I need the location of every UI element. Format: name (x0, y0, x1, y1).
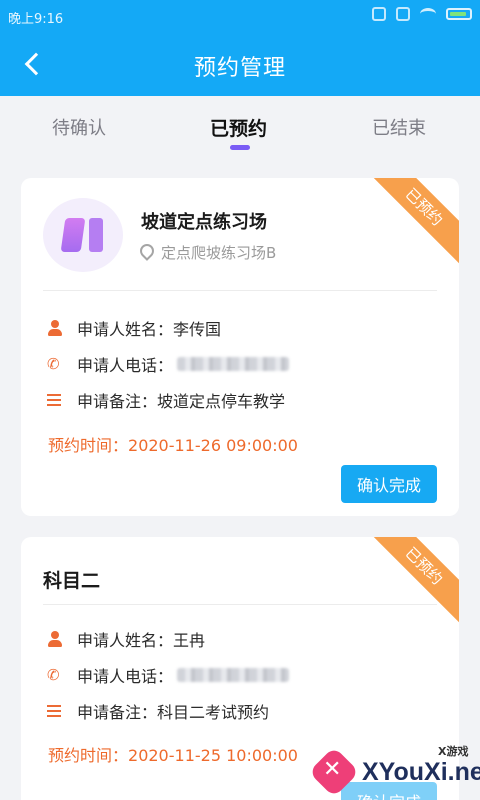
divider (43, 290, 437, 291)
user-icon (47, 320, 63, 336)
confirm-complete-button[interactable]: 确认完成 (341, 465, 437, 503)
watermark-text: XYouXi.net (362, 758, 480, 786)
applicant-phone-label: 申请人电话： (77, 356, 174, 375)
applicant-phone-row: ✆ 申请人电话： (47, 663, 290, 687)
note-icon (47, 392, 63, 408)
battery-icon (446, 8, 472, 20)
phone-icon: ✆ (47, 666, 60, 684)
bluetooth-icon (372, 7, 386, 21)
booking-time: 预约时间：2020-11-25 10:00:00 (48, 742, 298, 766)
tab-indicator (230, 145, 250, 150)
location-pin-icon (139, 244, 153, 262)
watermark: X游戏 XYouXi.net (310, 734, 480, 800)
blurred-phone-number (177, 357, 290, 371)
wifi-icon (420, 8, 436, 20)
place-name: 坡道定点练习场 (141, 212, 267, 233)
sim-icon (396, 7, 410, 21)
divider (43, 604, 437, 605)
status-bar: 晚上9:16 (0, 0, 480, 32)
booking-time: 预约时间：2020-11-26 09:00:00 (48, 432, 298, 456)
applicant-name-row: 申请人姓名： 李传国 (47, 316, 221, 340)
remark-label: 申请备注： (77, 703, 158, 722)
status-time: 晚上9:16 (8, 12, 64, 27)
user-icon (47, 631, 63, 647)
remark-row: 申请备注： 科目二考试预约 (47, 699, 269, 723)
status-ribbon: 已预约 (367, 537, 459, 623)
booking-title: 科目二 (43, 570, 101, 592)
applicant-name-row: 申请人姓名： 王冉 (47, 627, 205, 651)
road-icon (63, 218, 103, 252)
note-icon (47, 703, 63, 719)
blurred-phone-number (177, 668, 290, 682)
tab-ended[interactable]: 已结束 (372, 114, 426, 140)
page-title: 预约管理 (193, 56, 286, 81)
place-address: 定点爬坡练习场B (139, 242, 276, 263)
phone-icon: ✆ (47, 355, 60, 373)
place-address-text: 定点爬坡练习场B (161, 244, 277, 262)
remark-text: 坡道定点停车教学 (157, 392, 286, 411)
applicant-name: 李传国 (173, 320, 222, 339)
booking-time-value: 2020-11-25 10:00:00 (128, 746, 298, 765)
applicant-name-label: 申请人姓名： (77, 320, 174, 339)
tab-pending[interactable]: 待确认 (52, 114, 106, 140)
status-icons (372, 7, 472, 21)
place-logo (43, 198, 123, 272)
site-logo-icon (310, 748, 358, 796)
remark-label: 申请备注： (77, 392, 158, 411)
applicant-phone-label: 申请人电话： (77, 667, 174, 686)
booking-card: 已预约 坡道定点练习场 定点爬坡练习场B 申请人姓名： 李传国 ✆ 申请人电话：… (21, 178, 459, 516)
booking-time-label: 预约时间： (48, 436, 129, 455)
remark-row: 申请备注： 坡道定点停车教学 (47, 388, 285, 412)
app-header: 预约管理 (0, 32, 480, 96)
status-ribbon: 已预约 (367, 178, 459, 264)
applicant-name-label: 申请人姓名： (77, 631, 174, 650)
tab-bar: 待确认 已预约 已结束 (0, 96, 480, 158)
booking-time-label: 预约时间： (48, 746, 129, 765)
remark-text: 科目二考试预约 (157, 703, 270, 722)
watermark-small-text: X游戏 (438, 745, 469, 758)
applicant-name: 王冉 (173, 631, 206, 650)
booking-time-value: 2020-11-26 09:00:00 (128, 436, 298, 455)
applicant-phone-row: ✆ 申请人电话： (47, 352, 290, 376)
tab-booked[interactable]: 已预约 (210, 114, 267, 141)
